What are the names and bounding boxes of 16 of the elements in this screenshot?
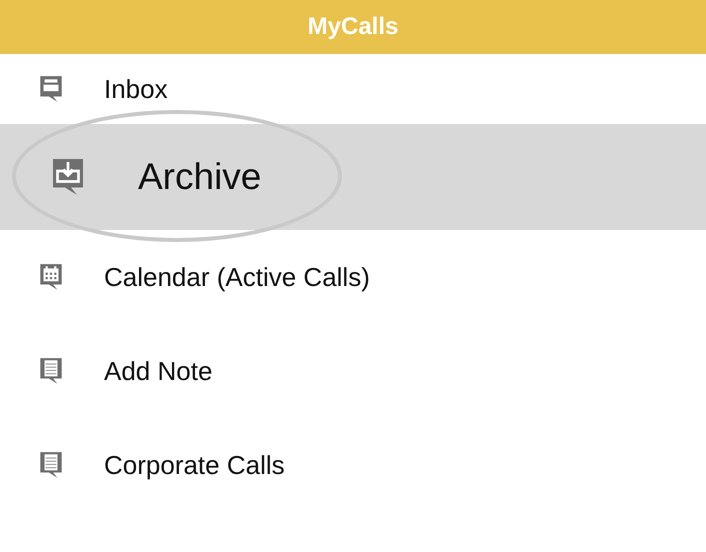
- menu-label: Calendar (Active Calls): [104, 262, 370, 292]
- download-tray-icon: [50, 156, 86, 198]
- menu-item[interactable]: Archive: [0, 124, 706, 230]
- app-title: MyCalls: [308, 13, 398, 41]
- menu-label: Inbox: [104, 74, 168, 104]
- note-icon: [38, 450, 64, 480]
- menu-item[interactable]: Corporate Calls: [0, 418, 706, 512]
- menu-label: Archive: [138, 156, 262, 198]
- menu-item[interactable]: Add Note: [0, 324, 706, 418]
- inbox-icon: [38, 74, 64, 104]
- note-icon: [38, 356, 64, 386]
- calendar-icon: [38, 262, 64, 292]
- menu-item[interactable]: Inbox: [0, 54, 706, 124]
- menu-label: Corporate Calls: [104, 450, 285, 480]
- menu-label: Add Note: [104, 356, 212, 386]
- menu-item[interactable]: Calendar (Active Calls): [0, 230, 706, 324]
